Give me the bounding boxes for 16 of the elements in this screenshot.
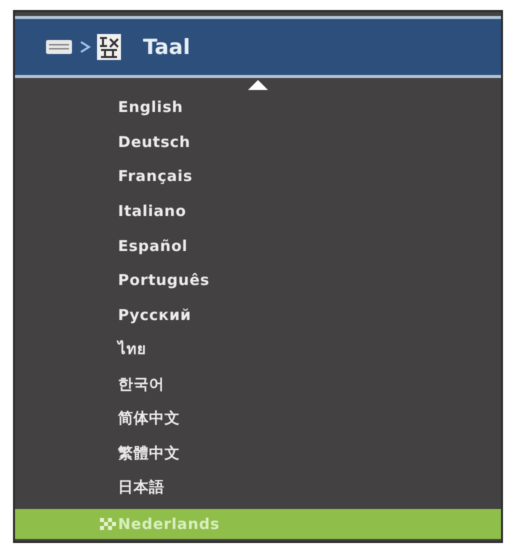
language-option[interactable]: Español [15,228,501,263]
language-option[interactable]: Français [15,159,501,194]
language-icon [97,34,121,60]
language-option[interactable]: 简体中文 [15,401,501,436]
language-option[interactable]: Italiano [15,194,501,228]
language-option[interactable]: Русский [15,298,501,332]
menu-title: Taal [143,35,190,59]
language-option[interactable]: English [15,90,501,125]
language-option[interactable]: Deutsch [15,124,501,160]
language-option[interactable]: 日本語 [15,470,501,506]
language-option[interactable]: 繁體中文 [15,436,501,471]
language-option[interactable]: Português [15,262,501,298]
scroll-up-icon[interactable] [248,80,268,90]
language-option[interactable]: ไทย [15,332,501,367]
menu-icon [45,38,73,56]
language-option[interactable]: 한국어 [15,366,501,402]
